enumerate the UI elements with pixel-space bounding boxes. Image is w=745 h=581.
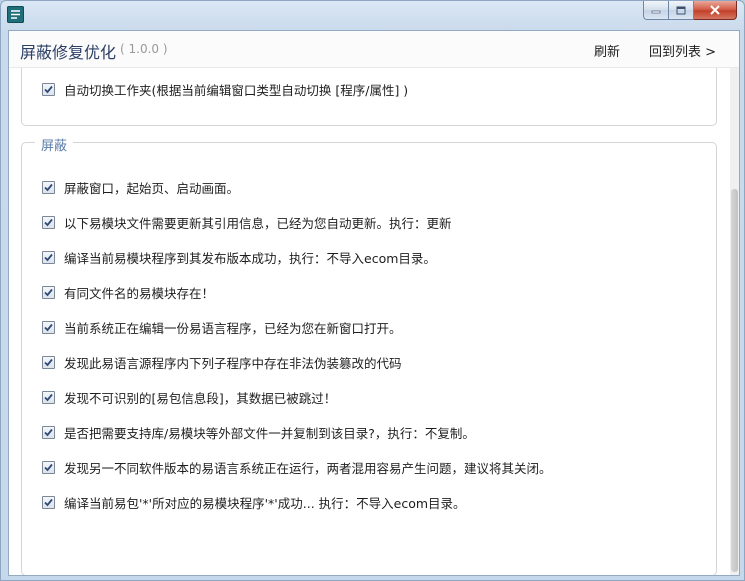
- vertical-scrollbar[interactable]: [730, 68, 739, 575]
- checkmark-icon: [44, 463, 53, 472]
- checkmark-icon: [44, 183, 53, 192]
- checkbox[interactable]: [42, 286, 55, 299]
- page-header: 屏蔽修复优化 ( 1.0.0 ) 刷新 回到列表 >: [9, 31, 739, 68]
- minimize-icon: [651, 10, 661, 14]
- app-logo-icon: [7, 6, 24, 23]
- checkbox-label: 发现此易语言源程序内下列子程序中存在非法伪装篡改的代码: [64, 356, 402, 371]
- checkbox-label: 有同文件名的易模块存在！: [64, 286, 215, 301]
- checkbox-label: 自动切换工作夹(根据当前编辑窗口类型自动切换 [程序/属性] ): [64, 83, 409, 98]
- shield-group: 屏蔽 屏蔽窗口，起始页、启动画面。 以下易模块文件需要更新其引用信息，已经为您自…: [21, 135, 717, 575]
- checkbox[interactable]: [42, 496, 55, 509]
- close-icon: [710, 5, 720, 15]
- maximize-button[interactable]: [669, 1, 694, 20]
- checkbox[interactable]: [42, 321, 55, 334]
- window-controls: [643, 1, 737, 20]
- checkbox[interactable]: [42, 391, 55, 404]
- refresh-link[interactable]: 刷新: [594, 41, 620, 60]
- checkbox-label: 屏蔽窗口，起始页、启动画面。: [64, 181, 240, 196]
- checkmark-icon: [44, 323, 53, 332]
- checkbox[interactable]: [42, 251, 55, 264]
- checkbox-label: 发现不可识别的[易包信息段]，其数据已被跳过！: [64, 391, 337, 406]
- group-legend: 屏蔽: [35, 135, 74, 154]
- checkmark-icon: [44, 218, 53, 227]
- checkbox-label: 是否把需要支持库/易模块等外部文件一并复制到该目录?，执行：不复制。: [64, 426, 475, 441]
- close-button[interactable]: [694, 1, 737, 20]
- checkmark-icon: [44, 393, 53, 402]
- checkmark-icon: [44, 253, 53, 262]
- checkbox-label: 编译当前易模块程序到其发布版本成功，执行：不导入ecom目录。: [64, 251, 436, 266]
- checkbox[interactable]: [42, 216, 55, 229]
- workspace-group: 自动切换工作夹(根据当前编辑窗口类型自动切换 [程序/属性] ): [21, 68, 717, 126]
- maximize-icon: [676, 6, 686, 14]
- checkbox-label: 以下易模块文件需要更新其引用信息，已经为您自动更新。执行：更新: [64, 216, 452, 231]
- checkbox-row[interactable]: 发现不可识别的[易包信息段]，其数据已被跳过！: [42, 388, 336, 407]
- app-window: 屏蔽修复优化 ( 1.0.0 ) 刷新 回到列表 > 自动切换工作夹(根据当前编…: [0, 0, 745, 581]
- checkbox-row-auto-switch[interactable]: 自动切换工作夹(根据当前编辑窗口类型自动切换 [程序/属性] ): [42, 80, 408, 99]
- page-title: 屏蔽修复优化: [20, 43, 117, 62]
- checkmark-icon: [44, 288, 53, 297]
- checkbox-label: 编译当前易包'*'所对应的易模块程序'*'成功... 执行：不导入ecom目录。: [64, 496, 466, 511]
- checkbox-label: 发现另一不同软件版本的易语言系统正在运行，两者混用容易产生问题，建议将其关闭。: [64, 461, 552, 476]
- checkbox-row[interactable]: 编译当前易包'*'所对应的易模块程序'*'成功... 执行：不导入ecom目录。: [42, 493, 466, 512]
- checkmark-icon: [44, 428, 53, 437]
- back-to-list-link[interactable]: 回到列表 >: [649, 41, 716, 60]
- title-bar[interactable]: [1, 1, 744, 29]
- checkbox-label: 当前系统正在编辑一份易语言程序，已经为您在新窗口打开。: [64, 321, 402, 336]
- client-area: 屏蔽修复优化 ( 1.0.0 ) 刷新 回到列表 > 自动切换工作夹(根据当前编…: [8, 30, 740, 576]
- checkbox-row[interactable]: 编译当前易模块程序到其发布版本成功，执行：不导入ecom目录。: [42, 248, 436, 267]
- checkbox[interactable]: [42, 356, 55, 369]
- checkbox-row[interactable]: 有同文件名的易模块存在！: [42, 283, 214, 302]
- version-label: ( 1.0.0 ): [120, 42, 168, 56]
- checkbox-row[interactable]: 是否把需要支持库/易模块等外部文件一并复制到该目录?，执行：不复制。: [42, 423, 475, 442]
- checkbox-row[interactable]: 发现此易语言源程序内下列子程序中存在非法伪装篡改的代码: [42, 353, 402, 372]
- checkbox-row[interactable]: 发现另一不同软件版本的易语言系统正在运行，两者混用容易产生问题，建议将其关闭。: [42, 458, 552, 477]
- settings-content: 自动切换工作夹(根据当前编辑窗口类型自动切换 [程序/属性] ) 屏蔽 屏蔽窗口…: [9, 68, 729, 575]
- scrollbar-thumb[interactable]: [731, 189, 738, 572]
- checkmark-icon: [44, 498, 53, 507]
- checkmark-icon: [44, 85, 53, 94]
- checkbox-row[interactable]: 屏蔽窗口，起始页、启动画面。: [42, 178, 239, 197]
- minimize-button[interactable]: [643, 1, 669, 20]
- checkbox-row[interactable]: 当前系统正在编辑一份易语言程序，已经为您在新窗口打开。: [42, 318, 402, 337]
- checkbox[interactable]: [42, 83, 55, 96]
- checkbox-row[interactable]: 以下易模块文件需要更新其引用信息，已经为您自动更新。执行：更新: [42, 213, 452, 232]
- checkbox[interactable]: [42, 426, 55, 439]
- checkmark-icon: [44, 358, 53, 367]
- checkbox[interactable]: [42, 181, 55, 194]
- checkbox[interactable]: [42, 461, 55, 474]
